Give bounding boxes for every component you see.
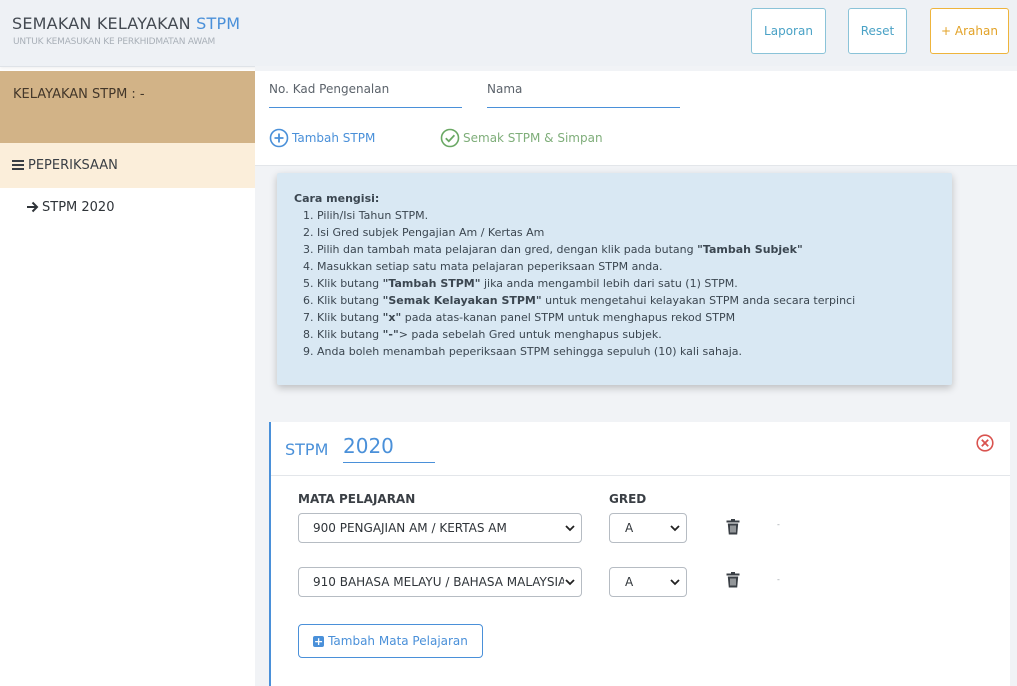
instruction-emphasis: "Semak Kelayakan STPM": [382, 294, 542, 307]
instructions-list: Pilih/Isi Tahun STPM. Isi Gred subjek Pen…: [294, 207, 935, 360]
chevron-down-icon: [564, 576, 576, 588]
instruction-emphasis: "Tambah Subjek": [697, 243, 803, 256]
instructions-box: Cara mengisi: Pilih/Isi Tahun STPM. Isi G…: [277, 173, 952, 385]
kelayakan-status: KELAYAKAN STPM : -: [13, 87, 145, 102]
plus-circle-icon: [269, 128, 289, 147]
instruction-item: Klik butang "Semak Kelayakan STPM" untuk…: [317, 292, 935, 309]
instructions-title: Cara mengisi:: [294, 192, 380, 205]
sidebar-section-label: PEPERIKSAAN: [28, 158, 118, 173]
chevron-down-icon: [669, 576, 681, 588]
title-accent: STPM: [196, 14, 241, 33]
app-header: SEMAKAN KELAYAKAN STPM UNTUK KEMASUKAN K…: [0, 0, 1017, 67]
action-bar: Tambah STPM Semak STPM & Simpan: [255, 110, 1017, 166]
add-subject-button[interactable]: + Tambah Mata Pelajaran: [298, 624, 483, 658]
instruction-item: Klik butang "Tambah STPM" jika anda meng…: [317, 275, 935, 292]
instruction-item: Masukkan setiap satu mata pelajaran pepe…: [317, 258, 935, 275]
col-header-grade: GRED: [609, 492, 647, 506]
title-main: SEMAKAN KELAYAKAN: [12, 14, 191, 33]
instruction-item: Anda boleh menambah peperiksaan STPM seh…: [317, 343, 935, 360]
instruction-item: Klik butang "x" pada atas-kanan panel ST…: [317, 309, 935, 326]
main-content: No. Kad Pengenalan Nama Tambah STPM Sema…: [255, 66, 1017, 686]
row-mark: -: [777, 520, 780, 529]
instruction-text: Klik butang: [317, 311, 383, 324]
grade-select[interactable]: A: [609, 567, 687, 597]
grade-select[interactable]: A: [609, 513, 687, 543]
page-subtitle: UNTUK KEMASUKAN KE PERKHIDMATAN AWAM: [13, 37, 216, 47]
instruction-text: Masukkan setiap satu mata pelajaran pepe…: [317, 260, 663, 273]
laporan-button[interactable]: Laporan: [751, 8, 826, 54]
tambah-stpm-label: Tambah STPM: [292, 130, 376, 145]
chevron-down-icon: [564, 522, 576, 534]
trash-icon[interactable]: [726, 572, 740, 588]
instruction-text: Pilih dan tambah mata pelajaran dan gred…: [317, 243, 698, 256]
arrow-right-icon: [27, 201, 39, 213]
menu-icon: [12, 160, 24, 170]
subject-value: 900 PENGAJIAN AM / KERTAS AM: [313, 521, 507, 535]
grade-value: A: [625, 575, 634, 589]
instruction-item: Klik butang "-"> pada sebelah Gred untuk…: [317, 326, 935, 343]
sidebar-status: KELAYAKAN STPM : -: [0, 71, 255, 143]
instruction-item: Isi Gred subjek Pengajian Am / Kertas Am: [317, 224, 935, 241]
instruction-item: Pilih/Isi Tahun STPM.: [317, 207, 935, 224]
subject-select[interactable]: 910 BAHASA MELAYU / BAHASA MALAYSIA: [298, 567, 582, 597]
trash-icon[interactable]: [726, 519, 740, 535]
instruction-text: jika anda mengambil lebih dari satu (1) …: [480, 277, 738, 290]
arahan-button[interactable]: + Arahan: [930, 8, 1009, 54]
instruction-text: Klik butang: [317, 328, 383, 341]
sidebar-item-label: STPM 2020: [42, 199, 115, 215]
name-field[interactable]: Nama: [487, 71, 680, 108]
semak-simpan-label: Semak STPM & Simpan: [463, 130, 603, 145]
instruction-text: Isi Gred subjek Pengajian Am / Kertas Am: [317, 226, 545, 239]
row-mark: -: [777, 575, 780, 584]
instruction-text: > pada sebelah Gred untuk menghapus subj…: [398, 328, 662, 341]
subject-value: 910 BAHASA MELAYU / BAHASA MALAYSIA: [313, 575, 567, 589]
add-subject-label: Tambah Mata Pelajaran: [328, 634, 468, 648]
close-circle-icon[interactable]: [976, 434, 994, 452]
subject-select[interactable]: 900 PENGAJIAN AM / KERTAS AM: [298, 513, 582, 543]
check-circle-icon: [440, 128, 460, 147]
semak-simpan-button[interactable]: Semak STPM & Simpan: [440, 110, 603, 165]
instruction-emphasis: "Tambah STPM": [382, 277, 481, 290]
grade-value: A: [625, 521, 634, 535]
instruction-text: Klik butang: [317, 294, 383, 307]
identity-fields: No. Kad Pengenalan Nama: [255, 71, 1017, 115]
instruction-text: untuk mengetahui kelayakan STPM anda sec…: [541, 294, 856, 307]
instruction-item: Pilih dan tambah mata pelajaran dan gred…: [317, 241, 935, 258]
col-header-subject: MATA PELAJARAN: [298, 492, 416, 506]
reset-button[interactable]: Reset: [848, 8, 907, 54]
instruction-text: Anda boleh menambah peperiksaan STPM seh…: [317, 345, 743, 358]
ic-number-field[interactable]: No. Kad Pengenalan: [269, 71, 462, 108]
instruction-emphasis: "-": [382, 328, 399, 341]
tambah-stpm-button[interactable]: Tambah STPM: [269, 110, 375, 165]
chevron-down-icon: [669, 522, 681, 534]
stpm-panel-header: STPM 2020: [271, 422, 1010, 476]
plus-square-icon: +: [313, 634, 325, 648]
instruction-emphasis: "x": [382, 311, 402, 324]
instruction-text: Klik butang: [317, 277, 383, 290]
instruction-text: pada atas-kanan panel STPM untuk menghap…: [401, 311, 736, 324]
page-title: SEMAKAN KELAYAKAN STPM: [12, 14, 240, 33]
stpm-label: STPM: [285, 440, 329, 459]
stpm-year-input[interactable]: 2020: [343, 430, 435, 463]
sidebar-item-stpm-2020[interactable]: STPM 2020: [26, 197, 226, 217]
stpm-panel: STPM 2020 MATA PELAJARAN GRED 900 PENGAJ…: [269, 422, 1010, 686]
instruction-text: Pilih/Isi Tahun STPM.: [317, 209, 429, 222]
sidebar-section-peperiksaan[interactable]: PEPERIKSAAN: [0, 143, 255, 188]
